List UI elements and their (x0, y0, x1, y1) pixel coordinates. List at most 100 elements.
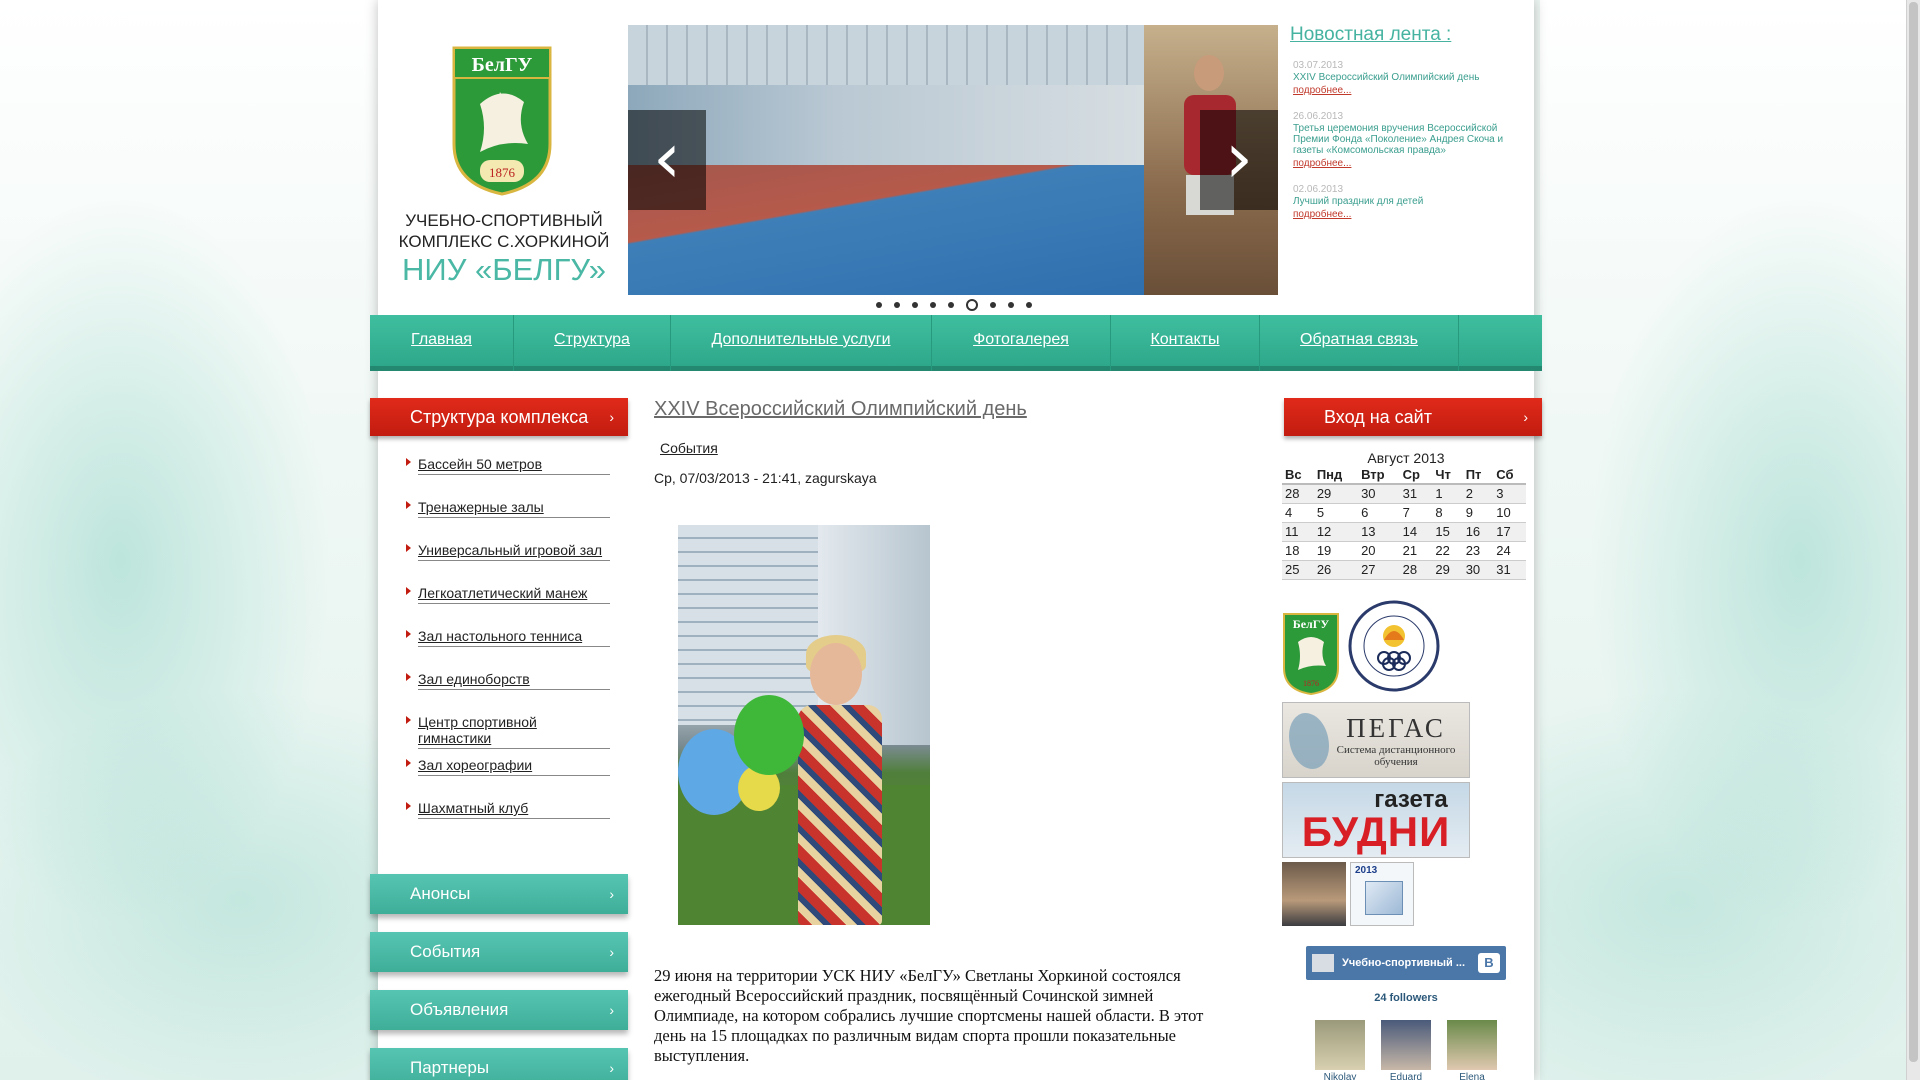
page-scrollbar[interactable] (1906, 0, 1920, 1080)
calendar-day[interactable]: 4 (1282, 503, 1314, 523)
structure-item[interactable]: Шахматный клуб (404, 792, 610, 835)
calendar-day[interactable]: 18 (1282, 541, 1314, 561)
calendar-day[interactable]: 31 (1493, 560, 1526, 580)
calendar-day[interactable]: 22 (1432, 541, 1463, 561)
image-slider[interactable]: ‹ › (628, 25, 1278, 295)
nav-item-structure[interactable]: Структура (514, 315, 671, 371)
year-badge: 2013 (1355, 865, 1378, 876)
nav-item-feedback[interactable]: Обратная связь (1260, 315, 1459, 371)
structure-item[interactable]: Бассейн 50 метров (404, 448, 610, 491)
chevron-right-icon: › (1225, 117, 1253, 199)
calendar-day[interactable]: 30 (1462, 560, 1494, 580)
slider-dot[interactable] (1026, 302, 1032, 308)
calendar-day[interactable]: 26 (1313, 560, 1359, 580)
calendar-day[interactable]: 13 (1358, 522, 1400, 542)
calendar-day[interactable]: 29 (1313, 484, 1359, 504)
calendar-day[interactable]: 19 (1313, 541, 1359, 561)
structure-item[interactable]: Универсальный игровой зал (404, 534, 610, 577)
article-title[interactable]: XXIV Всероссийский Олимпийский день (654, 398, 1027, 421)
vk-member[interactable]: Nikolay (1314, 1020, 1366, 1080)
nav-item-home[interactable]: Главная (370, 315, 514, 371)
nav-item-services[interactable]: Дополнительные услуги (671, 315, 932, 371)
calendar-day[interactable]: 28 (1399, 560, 1433, 580)
vk-member-name: Elena (1459, 1072, 1485, 1080)
slider-dot[interactable] (912, 302, 918, 308)
slider-dot[interactable] (930, 302, 936, 308)
calendar-day[interactable]: 17 (1493, 522, 1526, 542)
year-report-thumbnail[interactable]: 2013 (1350, 862, 1414, 926)
pegas-wave-icon (1289, 713, 1329, 769)
nav-item-contacts[interactable]: Контакты (1111, 315, 1260, 371)
slider-dot[interactable] (966, 299, 978, 311)
budni-newspaper-banner[interactable]: газета БУДНИ (1282, 782, 1470, 858)
news-more-link[interactable]: подробнее... (1293, 83, 1523, 99)
accordion-announcements[interactable]: Анонсы › (370, 874, 628, 914)
structure-item[interactable]: Центр спортивной гимнастики (404, 706, 610, 749)
slider-dot[interactable] (948, 302, 954, 308)
vk-member[interactable]: Elena (1446, 1020, 1498, 1080)
scrollbar-thumb[interactable] (1909, 2, 1918, 1062)
news-text[interactable]: Лучший праздник для детей (1293, 196, 1523, 207)
calendar-day[interactable]: 16 (1462, 522, 1494, 542)
bullet-triangle-icon (406, 544, 411, 552)
structure-header[interactable]: Структура комплекса › (370, 398, 628, 436)
news-more-link[interactable]: подробнее... (1293, 207, 1523, 223)
structure-item[interactable]: Тренажерные залы (404, 491, 610, 534)
news-date: 26.06.2013 (1293, 111, 1344, 122)
calendar-day[interactable]: 5 (1313, 503, 1359, 523)
calendar-day[interactable]: 10 (1493, 503, 1526, 523)
calendar-day[interactable]: 3 (1493, 484, 1526, 504)
calendar-day[interactable]: 1 (1432, 484, 1463, 504)
slider-dot[interactable] (990, 302, 996, 308)
news-text[interactable]: XXIV Всероссийский Олимпийский день (1293, 72, 1523, 83)
slider-dot[interactable] (1008, 302, 1014, 308)
calendar-day[interactable]: 30 (1358, 484, 1400, 504)
pegas-banner[interactable]: ПЕГАС Система дистанционного обучения (1282, 702, 1470, 778)
document-icon (1365, 881, 1403, 915)
nav-item-gallery[interactable]: Фотогалерея (932, 315, 1111, 371)
accordion-partners[interactable]: Партнеры › (370, 1048, 628, 1080)
slider-dot[interactable] (894, 302, 900, 308)
calendar-day[interactable]: 7 (1399, 503, 1433, 523)
calendar-day[interactable]: 8 (1432, 503, 1463, 523)
vk-member[interactable]: Eduard (1380, 1020, 1432, 1080)
slider-prev-button[interactable]: ‹ (628, 110, 706, 210)
structure-item[interactable]: Зал хореографии (404, 749, 610, 792)
structure-item[interactable]: Легкоатлетический манеж (404, 577, 610, 620)
calendar-day[interactable]: 23 (1462, 541, 1494, 561)
calendar-day[interactable]: 24 (1493, 541, 1526, 561)
belgu-shield-logo[interactable]: БелГУ 1876 (450, 44, 554, 196)
vk-group-widget[interactable]: Учебно-спортивный ... В (1306, 946, 1506, 980)
shield-year: 1876 (489, 165, 516, 180)
calendar-day[interactable]: 9 (1462, 503, 1494, 523)
accordion-notices[interactable]: Объявления › (370, 990, 628, 1030)
belgu-small-logo[interactable]: БелГУ 1876 (1282, 612, 1340, 696)
calendar-day[interactable]: 2 (1462, 484, 1494, 504)
calendar-day[interactable]: 25 (1282, 560, 1314, 580)
calendar-title: Август 2013 (1367, 450, 1445, 466)
calendar-day[interactable]: 31 (1399, 484, 1433, 504)
structure-item[interactable]: Зал единоборств (404, 663, 610, 706)
news-text[interactable]: Третья церемония вручения Всероссийской … (1293, 123, 1523, 156)
calendar-day[interactable]: 29 (1432, 560, 1463, 580)
calendar-day[interactable]: 15 (1432, 522, 1463, 542)
event-photo-thumbnail[interactable] (1282, 862, 1346, 926)
slider-dot[interactable] (876, 302, 882, 308)
news-more-link[interactable]: подробнее... (1293, 156, 1523, 172)
article-photo[interactable] (678, 525, 930, 925)
calendar-day[interactable]: 21 (1399, 541, 1433, 561)
structure-item[interactable]: Зал настольного тенниса (404, 620, 610, 663)
calendar-day[interactable]: 27 (1358, 560, 1400, 580)
calendar-day[interactable]: 20 (1358, 541, 1400, 561)
calendar-day[interactable]: 12 (1313, 522, 1359, 542)
physical-culture-faculty-logo[interactable] (1348, 600, 1440, 692)
calendar-day[interactable]: 28 (1282, 484, 1314, 504)
article-category-link[interactable]: События (660, 440, 718, 456)
slider-next-button[interactable]: › (1200, 110, 1278, 210)
login-header[interactable]: Вход на сайт › (1284, 398, 1542, 436)
accordion-events[interactable]: События › (370, 932, 628, 972)
news-feed-title[interactable]: Новостная лента : (1290, 24, 1451, 46)
calendar-day[interactable]: 11 (1282, 522, 1314, 542)
calendar-day[interactable]: 6 (1358, 503, 1400, 523)
calendar-day[interactable]: 14 (1399, 522, 1433, 542)
